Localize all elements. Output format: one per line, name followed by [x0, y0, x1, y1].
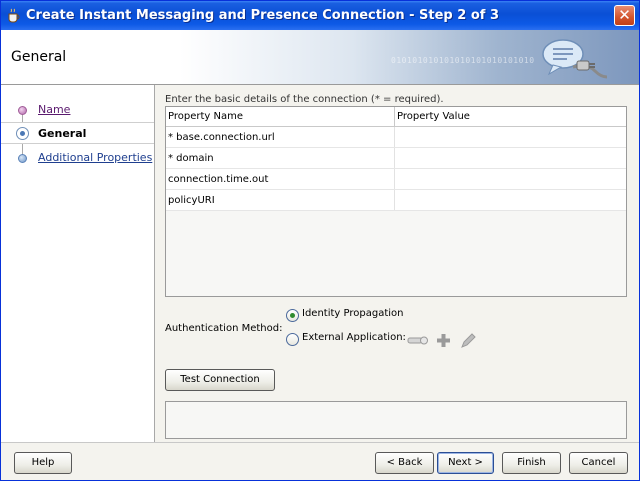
identity-propagation-label[interactable]: Identity Propagation — [302, 308, 403, 319]
page-title: General — [11, 49, 67, 65]
column-header-property-value[interactable]: Property Value — [395, 107, 626, 126]
column-header-property-name[interactable]: Property Name — [166, 107, 395, 126]
instructions-text: Enter the basic details of the connectio… — [165, 94, 444, 105]
nav-item-additional-properties[interactable]: Additional Properties — [1, 147, 154, 169]
binary-decoration: 010101010101010101010101010 — [391, 56, 535, 65]
property-name-cell: policyURI — [166, 190, 395, 210]
nav-item-name[interactable]: Name — [1, 99, 154, 121]
close-button[interactable]: ✕ — [614, 5, 635, 26]
help-button[interactable]: Help — [14, 452, 72, 474]
table-header: Property Name Property Value — [166, 107, 626, 127]
dialog-window: Create Instant Messaging and Presence Co… — [0, 0, 640, 481]
property-value-cell[interactable] — [395, 148, 626, 168]
properties-table: Property Name Property Value * base.conn… — [165, 106, 627, 297]
button-bar: Help < Back Next > Finish Cancel — [1, 442, 639, 480]
status-message-area — [165, 401, 627, 439]
authentication-method-label: Authentication Method: — [165, 323, 283, 334]
nav-item-label: General — [38, 127, 87, 140]
property-value-cell[interactable] — [395, 169, 626, 189]
add-icon[interactable] — [436, 333, 451, 348]
external-application-label[interactable]: External Application: — [302, 332, 406, 343]
external-application-radio[interactable] — [286, 333, 299, 346]
step-pending-icon — [18, 154, 27, 163]
property-name-cell: * base.connection.url — [166, 127, 395, 147]
step-header: General 010101010101010101010101010 — [1, 30, 639, 85]
next-button[interactable]: Next > — [437, 452, 494, 474]
coffee-cup-icon — [8, 8, 20, 23]
identity-propagation-radio[interactable] — [286, 309, 299, 322]
cancel-button[interactable]: Cancel — [569, 452, 628, 474]
step-current-icon — [16, 127, 29, 140]
external-application-option[interactable]: External Application: — [286, 331, 486, 349]
back-button[interactable]: < Back — [375, 452, 434, 474]
key-icon[interactable] — [407, 336, 429, 345]
window-title: Create Instant Messaging and Presence Co… — [26, 8, 499, 23]
close-icon: ✕ — [618, 6, 631, 24]
identity-propagation-option[interactable]: Identity Propagation — [286, 307, 486, 325]
property-value-cell[interactable] — [395, 127, 626, 147]
chat-connection-icon — [542, 39, 608, 79]
table-row[interactable]: * domain — [166, 148, 626, 169]
table-row[interactable]: * base.connection.url — [166, 127, 626, 148]
property-value-cell[interactable] — [395, 190, 626, 210]
table-row[interactable]: policyURI — [166, 190, 626, 211]
test-connection-button[interactable]: Test Connection — [165, 369, 275, 391]
property-name-cell: connection.time.out — [166, 169, 395, 189]
nav-item-general[interactable]: General — [1, 122, 154, 144]
finish-button[interactable]: Finish — [502, 452, 561, 474]
step-visited-icon — [18, 106, 27, 115]
edit-icon[interactable] — [460, 333, 476, 349]
title-bar[interactable]: Create Instant Messaging and Presence Co… — [1, 1, 639, 30]
table-row[interactable]: connection.time.out — [166, 169, 626, 190]
nav-item-label[interactable]: Additional Properties — [38, 151, 152, 164]
main-content: Enter the basic details of the connectio… — [156, 85, 639, 442]
property-name-cell: * domain — [166, 148, 395, 168]
nav-item-label[interactable]: Name — [38, 103, 70, 116]
wizard-nav: Name General Additional Properties — [1, 85, 155, 442]
